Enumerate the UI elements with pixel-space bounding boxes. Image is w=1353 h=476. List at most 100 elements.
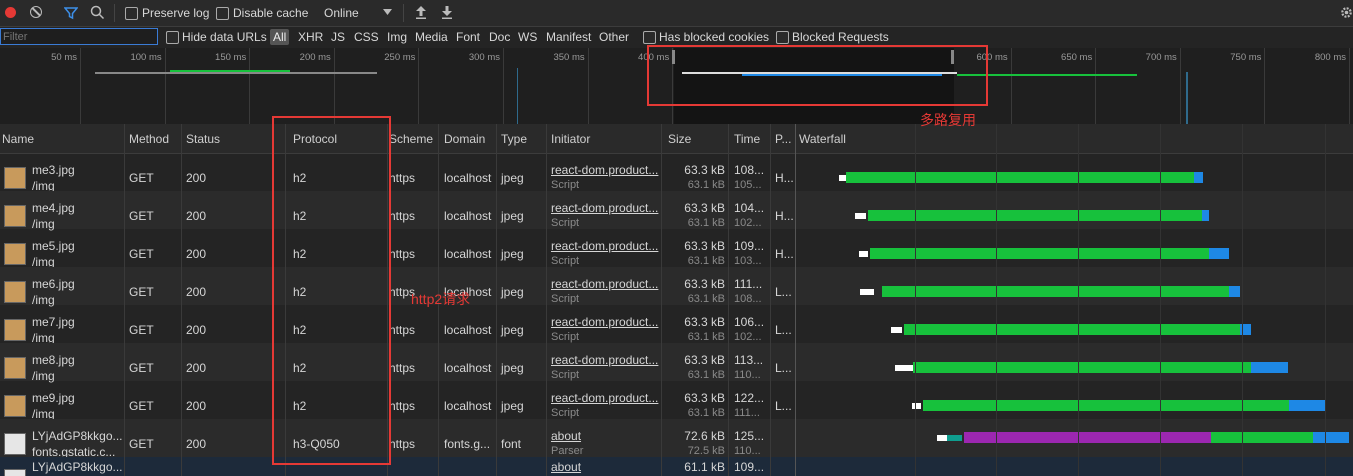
column-time[interactable]: Time [734,132,760,146]
type-filter-media[interactable]: Media [415,30,448,44]
column-separator[interactable] [795,124,796,476]
request-initiator-link[interactable]: react-dom.product... [551,163,658,177]
request-initiator-link[interactable]: react-dom.product... [551,353,658,367]
annotation-box-multiplex [647,45,988,106]
request-time: 111... [734,277,763,291]
search-icon[interactable] [90,5,105,20]
type-filter-css[interactable]: CSS [354,30,379,44]
request-name[interactable]: me9.jpg [32,391,75,405]
preserve-log-checkbox[interactable] [125,7,138,20]
request-resource-size: 72.5 kB [687,445,725,457]
column-domain[interactable]: Domain [444,132,485,146]
column-separator[interactable] [181,124,182,476]
request-status: 200 [186,323,207,337]
tick-label: 100 ms [130,52,162,63]
request-initiator-link[interactable]: react-dom.product... [551,277,658,291]
table-row[interactable]: me8.jpg/img GET 200 h2 https localhost jpeg rea… [0,343,1353,383]
request-initiator-link[interactable]: about [551,429,581,443]
type-filter-ws[interactable]: WS [518,30,537,44]
request-initiator-type: Script [551,255,580,267]
type-filter-manifest[interactable]: Manifest [546,30,591,44]
request-initiator-link[interactable]: react-dom.product... [551,201,658,215]
chevron-down-icon[interactable] [383,9,392,16]
type-filter-doc[interactable]: Doc [489,30,510,44]
column-status[interactable]: Status [186,132,220,146]
overview-bar [517,68,518,124]
request-resource-size: 63.1 kB [687,407,725,419]
column-separator[interactable] [124,124,125,476]
waterfall-segment [1289,400,1326,411]
type-filter-xhr[interactable]: XHR [298,30,323,44]
request-name[interactable]: me6.jpg [32,277,75,291]
overview-bar [95,72,377,74]
column-separator[interactable] [546,124,547,476]
divider [114,4,115,22]
filter-input[interactable] [0,28,158,45]
column-initiator[interactable]: Initiator [551,132,590,146]
waterfall-segment [1202,210,1209,221]
image-thumbnail [4,167,26,189]
import-har-icon[interactable] [415,5,427,20]
tick-line [587,48,589,124]
table-row[interactable]: me7.jpg/img GET 200 h2 https localhost jpeg rea… [0,305,1353,345]
gear-icon[interactable] [1340,6,1353,19]
table-row[interactable]: LYjAdGP8kkgo... fonts.gstatic.c... GET 200 h… [0,419,1353,459]
tick-line [1179,48,1181,124]
type-filter-all[interactable]: All [270,29,290,45]
type-filter-other[interactable]: Other [599,30,629,44]
type-filter-img[interactable]: Img [387,30,407,44]
type-filter-js[interactable]: JS [331,30,345,44]
tick-line [1010,48,1012,124]
table-row[interactable]: me6.jpg/img GET 200 h2 https localhost jpeg rea… [0,267,1353,307]
request-resource-size: 63.1 kB [687,331,725,343]
blocked-requests-checkbox[interactable] [776,31,789,44]
waterfall-segment [1251,362,1288,373]
column-method[interactable]: Method [129,132,169,146]
table-row[interactable]: me4.jpg/img GET 200 h2 https localhost jpeg rea… [0,191,1353,231]
request-size: 63.3 kB [684,201,725,215]
throttle-select[interactable]: Online [324,6,359,20]
column-separator[interactable] [770,124,771,476]
table-header: Name Method Status Protocol Scheme Domai… [0,124,1353,154]
request-name[interactable]: me3.jpg [32,163,75,177]
request-name[interactable]: me7.jpg [32,315,75,329]
column-separator[interactable] [661,124,662,476]
has-blocked-cookies-checkbox[interactable] [643,31,656,44]
disable-cache-checkbox[interactable] [216,7,229,20]
column-waterfall[interactable]: Waterfall [799,132,846,146]
column-name[interactable]: Name [2,132,34,146]
hide-data-urls-checkbox[interactable] [166,31,179,44]
column-size[interactable]: Size [668,132,691,146]
column-scheme[interactable]: Scheme [389,132,433,146]
request-name[interactable]: LYjAdGP8kkgo... [32,429,123,443]
table-row[interactable]: me9.jpg/img GET 200 h2 https localhost jpeg rea… [0,381,1353,421]
tick-line [164,48,166,124]
file-thumbnail [4,469,26,476]
waterfall-segment [870,248,1209,259]
request-name[interactable]: me8.jpg [32,353,75,367]
export-har-icon[interactable] [441,5,453,20]
request-time: 108... [734,163,765,177]
request-initiator-link[interactable]: react-dom.product... [551,239,658,253]
table-row[interactable]: me5.jpg/img GET 200 h2 https localhost jpeg rea… [0,229,1353,269]
column-type[interactable]: Type [501,132,527,146]
request-initiator-link[interactable]: about [551,460,581,474]
request-method: GET [129,209,154,223]
request-initiator-link[interactable]: react-dom.product... [551,391,658,405]
request-type: jpeg [501,323,524,337]
filter-icon[interactable] [64,6,78,20]
table-row[interactable]: LYjAdGP8kkgo... about 61.1 kB 109... [0,457,1353,476]
column-priority[interactable]: P... [775,132,791,146]
waterfall-gridline [1325,124,1326,476]
request-name[interactable]: me5.jpg [32,239,75,253]
column-separator[interactable] [496,124,497,476]
column-separator[interactable] [728,124,729,476]
request-initiator-link[interactable]: react-dom.product... [551,315,658,329]
overview-bar [170,70,290,72]
request-name[interactable]: me4.jpg [32,201,75,215]
table-row[interactable]: me3.jpg/img GET 200 h2 https localhost jpeg rea… [0,153,1353,193]
request-name[interactable]: LYjAdGP8kkgo... [32,460,123,474]
record-icon[interactable] [5,7,16,18]
type-filter-font[interactable]: Font [456,30,480,44]
waterfall-gridline [915,124,916,476]
